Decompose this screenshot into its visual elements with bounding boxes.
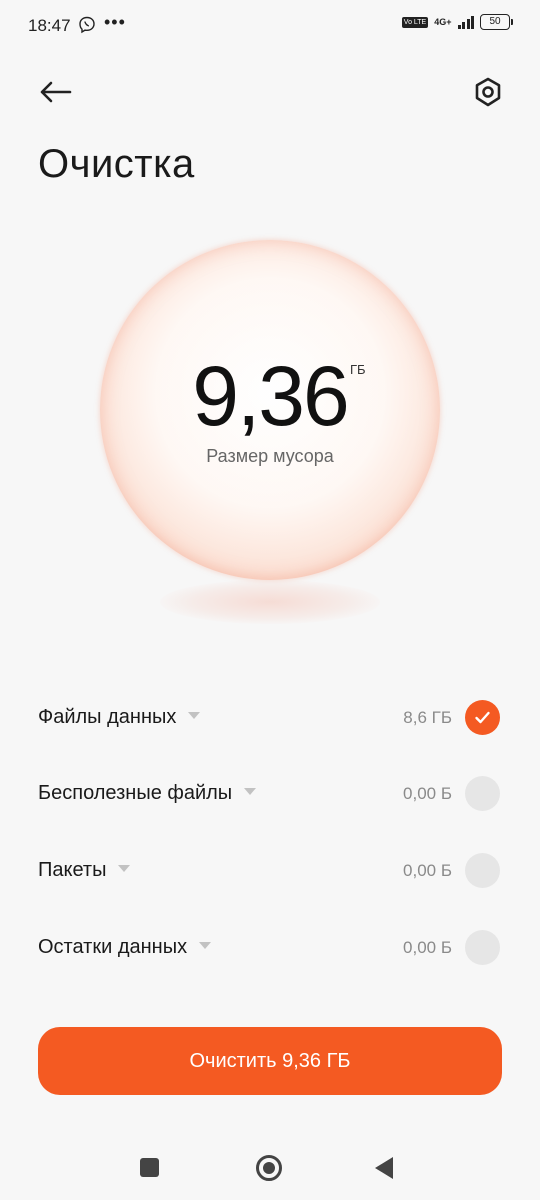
category-checkbox[interactable] — [465, 700, 500, 735]
category-checkbox[interactable] — [465, 930, 500, 965]
category-checkbox[interactable] — [465, 776, 500, 811]
hexagon-settings-icon — [475, 77, 501, 107]
category-size: 0,00 Б — [403, 861, 452, 880]
category-row-useless-files[interactable]: Бесполезные файлы 0,00 Б — [0, 764, 540, 824]
category-label: Пакеты — [38, 859, 107, 881]
settings-button[interactable] — [468, 72, 508, 112]
status-bar: 18:47 ••• Vo LTE 4G+ 50 — [0, 0, 540, 54]
chevron-down-icon[interactable] — [199, 942, 212, 950]
category-row-data-files[interactable]: Файлы данных 8,6 ГБ — [0, 688, 540, 748]
volte-badge: Vo LTE — [401, 16, 429, 28]
battery-icon: 50 — [480, 14, 513, 30]
recent-apps-icon[interactable] — [140, 1158, 159, 1177]
back-triangle-icon[interactable] — [375, 1157, 393, 1179]
junk-size-summary: 9,36 ГБ Размер мусора — [100, 240, 440, 640]
category-label: Файлы данных — [38, 706, 177, 728]
junk-size-value: 9,36 — [192, 349, 350, 443]
home-icon[interactable] — [256, 1155, 282, 1181]
more-notifications-icon: ••• — [104, 12, 126, 32]
chevron-down-icon[interactable] — [188, 712, 201, 720]
clean-button[interactable]: Очистить 9,36 ГБ — [38, 1027, 502, 1095]
category-size: 0,00 Б — [403, 938, 452, 957]
network-type: 4G+ — [434, 17, 452, 27]
junk-size-unit: ГБ — [350, 362, 366, 377]
signal-icon — [457, 15, 474, 29]
checkmark-icon — [475, 711, 490, 724]
category-label: Остатки данных — [38, 936, 188, 958]
category-size: 0,00 Б — [403, 784, 452, 803]
category-row-packages[interactable]: Пакеты 0,00 Б — [0, 841, 540, 901]
back-button[interactable] — [36, 74, 76, 114]
chevron-down-icon[interactable] — [244, 788, 257, 796]
junk-sphere: 9,36 ГБ Размер мусора — [100, 240, 440, 580]
arrow-left-icon — [40, 81, 72, 103]
system-nav-bar — [0, 1140, 540, 1200]
category-row-residual-data[interactable]: Остатки данных 0,00 Б — [0, 918, 540, 978]
viber-icon — [78, 16, 96, 34]
category-checkbox[interactable] — [465, 853, 500, 888]
category-label: Бесполезные файлы — [38, 782, 233, 804]
chevron-down-icon[interactable] — [118, 865, 131, 873]
status-time: 18:47 — [28, 16, 71, 35]
status-indicators: Vo LTE 4G+ 50 — [401, 14, 513, 30]
junk-size-label: Размер мусора — [206, 446, 334, 466]
category-size: 8,6 ГБ — [403, 708, 452, 727]
sphere-shadow — [160, 580, 380, 624]
page-title: Очистка — [38, 142, 195, 186]
